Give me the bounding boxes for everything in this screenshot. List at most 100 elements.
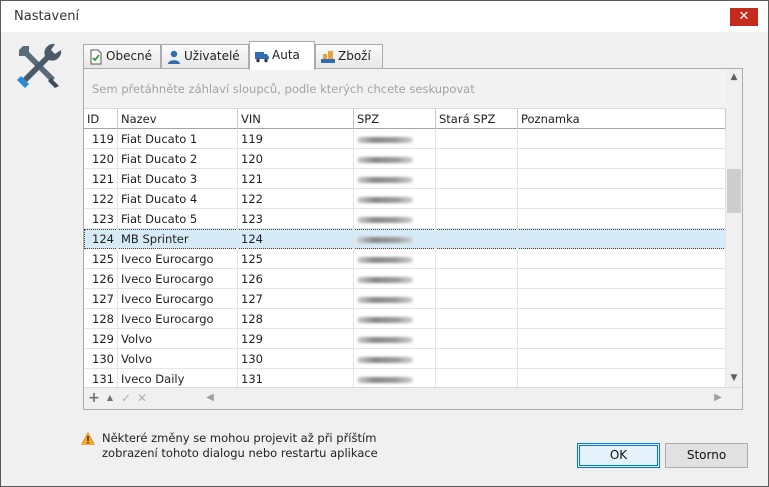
cell-stara-spz[interactable] (436, 209, 518, 229)
cell-vin[interactable]: 124 (238, 229, 354, 249)
cell-nazev[interactable]: Volvo (118, 329, 238, 349)
cell-poznamka[interactable] (518, 309, 726, 329)
cancel-edit-icon[interactable]: ✕ (135, 390, 149, 406)
cell-stara-spz[interactable] (436, 309, 518, 329)
cell-vin[interactable]: 130 (238, 349, 354, 369)
cell-nazev[interactable]: Iveco Eurocargo (118, 249, 238, 269)
cell-nazev[interactable]: Volvo (118, 349, 238, 369)
table-row[interactable]: 123 Fiat Ducato 5 123 (84, 209, 726, 229)
cell-poznamka[interactable] (518, 249, 726, 269)
cell-nazev[interactable]: Iveco Eurocargo (118, 269, 238, 289)
table-row[interactable]: 120 Fiat Ducato 2 120 (84, 149, 726, 169)
table-row[interactable]: 130 Volvo 130 (84, 349, 726, 369)
cell-poznamka[interactable] (518, 329, 726, 349)
cell-spz[interactable] (354, 249, 436, 269)
vertical-scrollbar[interactable]: ▲ ▼ (726, 69, 742, 387)
table-row[interactable]: 127 Iveco Eurocargo 127 (84, 289, 726, 309)
cell-nazev[interactable]: Iveco Eurocargo (118, 309, 238, 329)
cell-vin[interactable]: 128 (238, 309, 354, 329)
cell-stara-spz[interactable] (436, 129, 518, 149)
cell-spz[interactable] (354, 269, 436, 289)
cell-poznamka[interactable] (518, 209, 726, 229)
cell-id[interactable]: 123 (84, 209, 118, 229)
cell-stara-spz[interactable] (436, 369, 518, 389)
move-up-icon[interactable]: ▲ (103, 390, 117, 406)
column-header-vin[interactable]: VIN (238, 109, 354, 129)
cell-poznamka[interactable] (518, 169, 726, 189)
cell-nazev[interactable]: MB Sprinter (118, 229, 238, 249)
cell-id[interactable]: 127 (84, 289, 118, 309)
cell-poznamka[interactable] (518, 349, 726, 369)
tab-obecne[interactable]: Obecné (83, 44, 161, 69)
cell-id[interactable]: 121 (84, 169, 118, 189)
column-header-stara-spz[interactable]: Stará SPZ (436, 109, 518, 129)
cell-poznamka[interactable] (518, 289, 726, 309)
cell-vin[interactable]: 129 (238, 329, 354, 349)
table-row[interactable]: 119 Fiat Ducato 1 119 (84, 129, 726, 149)
table-row-selected[interactable]: 124 MB Sprinter 124 (84, 229, 726, 249)
cell-nazev[interactable]: Fiat Ducato 5 (118, 209, 238, 229)
cell-stara-spz[interactable] (436, 329, 518, 349)
cell-nazev[interactable]: Fiat Ducato 1 (118, 129, 238, 149)
cell-stara-spz[interactable] (436, 289, 518, 309)
table-row[interactable]: 126 Iveco Eurocargo 126 (84, 269, 726, 289)
cell-spz[interactable] (354, 369, 436, 389)
scroll-up-arrow-icon[interactable]: ▲ (726, 69, 742, 86)
cell-id[interactable]: 125 (84, 249, 118, 269)
table-row[interactable]: 129 Volvo 129 (84, 329, 726, 349)
cell-poznamka[interactable] (518, 149, 726, 169)
cell-id[interactable]: 122 (84, 189, 118, 209)
cell-poznamka[interactable] (518, 229, 726, 249)
cell-vin[interactable]: 125 (238, 249, 354, 269)
cell-vin[interactable]: 131 (238, 369, 354, 389)
cell-vin[interactable]: 121 (238, 169, 354, 189)
column-header-spz[interactable]: SPZ (354, 109, 436, 129)
column-header-nazev[interactable]: Nazev (118, 109, 238, 129)
cell-spz[interactable] (354, 229, 436, 249)
cell-stara-spz[interactable] (436, 349, 518, 369)
horizontal-scrollbar[interactable]: ◀ ▶ (202, 390, 726, 406)
cell-nazev[interactable]: Fiat Ducato 3 (118, 169, 238, 189)
cell-nazev[interactable]: Fiat Ducato 4 (118, 189, 238, 209)
cell-stara-spz[interactable] (436, 229, 518, 249)
cell-id[interactable]: 120 (84, 149, 118, 169)
tab-auta[interactable]: Auta (249, 41, 315, 70)
vertical-scroll-thumb[interactable] (727, 169, 741, 213)
table-row[interactable]: 125 Iveco Eurocargo 125 (84, 249, 726, 269)
table-row[interactable]: 131 Iveco Daily 131 (84, 369, 726, 389)
cell-stara-spz[interactable] (436, 169, 518, 189)
tab-uzivatele[interactable]: Uživatelé (161, 44, 249, 69)
scroll-down-arrow-icon[interactable]: ▼ (726, 370, 742, 387)
cell-poznamka[interactable] (518, 269, 726, 289)
scroll-left-arrow-icon[interactable]: ◀ (202, 390, 218, 406)
cell-vin[interactable]: 126 (238, 269, 354, 289)
cell-vin[interactable]: 120 (238, 149, 354, 169)
cell-vin[interactable]: 122 (238, 189, 354, 209)
cell-stara-spz[interactable] (436, 189, 518, 209)
cell-poznamka[interactable] (518, 369, 726, 389)
add-record-icon[interactable]: + (87, 390, 101, 406)
cell-spz[interactable] (354, 309, 436, 329)
cell-spz[interactable] (354, 349, 436, 369)
cell-nazev[interactable]: Iveco Daily (118, 369, 238, 389)
column-header-poznamka[interactable]: Poznamka (518, 109, 726, 129)
table-row[interactable]: 122 Fiat Ducato 4 122 (84, 189, 726, 209)
confirm-edit-icon[interactable]: ✓ (119, 390, 133, 406)
cell-nazev[interactable]: Iveco Eurocargo (118, 289, 238, 309)
cell-id[interactable]: 119 (84, 129, 118, 149)
scroll-right-arrow-icon[interactable]: ▶ (710, 390, 726, 406)
cell-id[interactable]: 124 (84, 229, 118, 249)
cell-id[interactable]: 129 (84, 329, 118, 349)
cell-vin[interactable]: 123 (238, 209, 354, 229)
tab-zbozi[interactable]: Zboží (315, 44, 383, 69)
cell-vin[interactable]: 119 (238, 129, 354, 149)
cell-spz[interactable] (354, 189, 436, 209)
cancel-button[interactable]: Storno (665, 443, 748, 468)
cell-stara-spz[interactable] (436, 269, 518, 289)
ok-button[interactable]: OK (577, 443, 660, 468)
cell-nazev[interactable]: Fiat Ducato 2 (118, 149, 238, 169)
close-button[interactable]: ✕ (730, 8, 758, 26)
cell-stara-spz[interactable] (436, 149, 518, 169)
cell-spz[interactable] (354, 329, 436, 349)
cell-id[interactable]: 128 (84, 309, 118, 329)
